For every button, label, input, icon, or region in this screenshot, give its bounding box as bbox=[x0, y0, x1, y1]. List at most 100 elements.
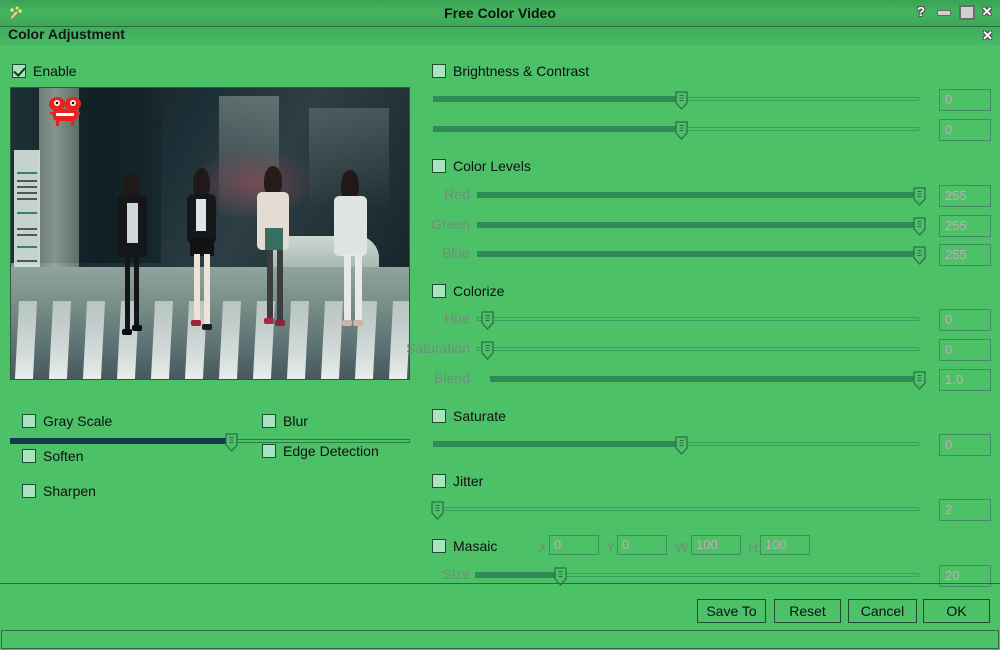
sharpen-checkbox[interactable] bbox=[22, 484, 36, 498]
green-knob[interactable] bbox=[913, 217, 926, 236]
blue-slider[interactable] bbox=[477, 245, 926, 265]
jitter-section-header[interactable]: Jitter bbox=[432, 473, 483, 489]
dialog-body: Enable Gray Scale Soften Sharpen Blur Ed… bbox=[0, 46, 1000, 629]
filter-edge-detection-row[interactable]: Edge Detection bbox=[262, 443, 379, 459]
window-titlebar: Free Color Video ? ✕ bbox=[0, 0, 1000, 27]
enable-label: Enable bbox=[33, 63, 77, 79]
saturate-track-empty bbox=[681, 442, 919, 446]
edge-detection-checkbox[interactable] bbox=[262, 444, 276, 458]
contrast-value[interactable]: 0 bbox=[939, 119, 991, 141]
save-to-button[interactable]: Save To bbox=[697, 599, 766, 623]
saturation-value[interactable]: 0 bbox=[939, 339, 991, 361]
jitter-slider[interactable] bbox=[431, 500, 919, 520]
enable-checkbox[interactable] bbox=[12, 64, 26, 78]
masaic-y-label: Y bbox=[606, 539, 616, 555]
hue-value[interactable]: 0 bbox=[939, 309, 991, 331]
red-value[interactable]: 255 bbox=[939, 185, 991, 207]
blur-checkbox[interactable] bbox=[262, 414, 276, 428]
green-slider[interactable] bbox=[477, 216, 926, 236]
jitter-track-empty bbox=[433, 507, 919, 511]
blur-label: Blur bbox=[283, 413, 308, 429]
blend-label: Blend bbox=[434, 370, 470, 386]
saturation-knob[interactable] bbox=[481, 341, 494, 360]
blend-value[interactable]: 1.0 bbox=[939, 369, 991, 391]
enable-checkbox-row[interactable]: Enable bbox=[12, 63, 77, 79]
contrast-slider[interactable] bbox=[433, 120, 919, 140]
masaic-section-header[interactable]: Masaic bbox=[432, 538, 497, 554]
brightness-slider[interactable] bbox=[433, 90, 919, 110]
blend-knob[interactable] bbox=[913, 371, 926, 390]
sharpen-label: Sharpen bbox=[43, 483, 96, 499]
jitter-knob[interactable] bbox=[431, 501, 444, 520]
green-label: Green bbox=[431, 216, 470, 232]
cancel-button[interactable]: Cancel bbox=[848, 599, 917, 623]
help-button[interactable]: ? bbox=[914, 3, 928, 19]
video-person-3 bbox=[251, 166, 295, 358]
hue-track-empty bbox=[477, 317, 919, 321]
hue-label: Hue bbox=[444, 310, 470, 326]
window-title: Free Color Video bbox=[444, 5, 556, 21]
brightness-contrast-section-header[interactable]: Brightness & Contrast bbox=[432, 63, 589, 79]
saturate-checkbox[interactable] bbox=[432, 409, 446, 423]
saturate-label: Saturate bbox=[453, 408, 506, 424]
contrast-knob[interactable] bbox=[675, 121, 688, 140]
blue-label: Blue bbox=[441, 245, 470, 261]
video-notice-lines bbox=[14, 150, 40, 280]
filter-gray-scale-row[interactable]: Gray Scale bbox=[22, 413, 112, 429]
size-slider[interactable] bbox=[475, 566, 919, 586]
masaic-w-input[interactable]: 100 bbox=[691, 535, 741, 555]
blue-value[interactable]: 255 bbox=[939, 244, 991, 266]
color-levels-checkbox[interactable] bbox=[432, 159, 446, 173]
blend-slider[interactable] bbox=[490, 370, 926, 390]
jitter-value[interactable]: 2 bbox=[939, 499, 991, 521]
brightness-contrast-checkbox[interactable] bbox=[432, 64, 446, 78]
window-controls: ? ✕ bbox=[914, 3, 994, 20]
saturation-track-empty bbox=[477, 347, 919, 351]
gray-scale-checkbox[interactable] bbox=[22, 414, 36, 428]
dialog-title: Color Adjustment bbox=[8, 26, 125, 42]
hue-slider[interactable] bbox=[477, 310, 919, 330]
dialog-header-bar bbox=[0, 27, 1000, 46]
video-position-knob[interactable] bbox=[225, 433, 238, 452]
video-preview bbox=[10, 87, 410, 380]
color-levels-label: Color Levels bbox=[453, 158, 531, 174]
blend-track-filled bbox=[490, 376, 919, 382]
saturate-section-header[interactable]: Saturate bbox=[432, 408, 506, 424]
reset-button[interactable]: Reset bbox=[774, 599, 841, 623]
blue-knob[interactable] bbox=[913, 246, 926, 265]
minimize-button[interactable] bbox=[936, 3, 951, 19]
masaic-x-label: X bbox=[538, 539, 548, 555]
soften-checkbox[interactable] bbox=[22, 449, 36, 463]
saturation-slider[interactable] bbox=[477, 340, 919, 360]
brightness-knob[interactable] bbox=[675, 91, 688, 110]
masaic-h-input[interactable]: 100 bbox=[760, 535, 810, 555]
maximize-button[interactable] bbox=[958, 3, 975, 20]
saturate-slider[interactable] bbox=[433, 435, 919, 455]
saturate-value[interactable]: 0 bbox=[939, 434, 991, 456]
red-knob[interactable] bbox=[913, 187, 926, 206]
contrast-track-filled bbox=[433, 126, 681, 132]
jitter-checkbox[interactable] bbox=[432, 474, 446, 488]
filter-sharpen-row[interactable]: Sharpen bbox=[22, 483, 96, 499]
blue-track-filled bbox=[477, 251, 919, 257]
brightness-value[interactable]: 0 bbox=[939, 89, 991, 111]
filter-blur-row[interactable]: Blur bbox=[262, 413, 308, 429]
color-levels-section-header[interactable]: Color Levels bbox=[432, 158, 531, 174]
masaic-y-input[interactable]: 0 bbox=[617, 535, 667, 555]
hue-knob[interactable] bbox=[481, 311, 494, 330]
green-value[interactable]: 255 bbox=[939, 215, 991, 237]
dialog-close-icon[interactable]: ✕ bbox=[982, 28, 993, 44]
masaic-h-label: H bbox=[748, 539, 759, 555]
red-track-filled bbox=[477, 192, 919, 198]
brightness-track-filled bbox=[433, 96, 681, 102]
filter-soften-row[interactable]: Soften bbox=[22, 448, 83, 464]
red-slider[interactable] bbox=[477, 186, 926, 206]
colorize-section-header[interactable]: Colorize bbox=[432, 283, 504, 299]
saturate-knob[interactable] bbox=[675, 436, 688, 455]
close-button[interactable]: ✕ bbox=[980, 3, 994, 19]
masaic-x-input[interactable]: 0 bbox=[549, 535, 599, 555]
masaic-checkbox[interactable] bbox=[432, 539, 446, 553]
edge-detection-label: Edge Detection bbox=[283, 443, 379, 459]
ok-button[interactable]: OK bbox=[923, 599, 990, 623]
colorize-checkbox[interactable] bbox=[432, 284, 446, 298]
